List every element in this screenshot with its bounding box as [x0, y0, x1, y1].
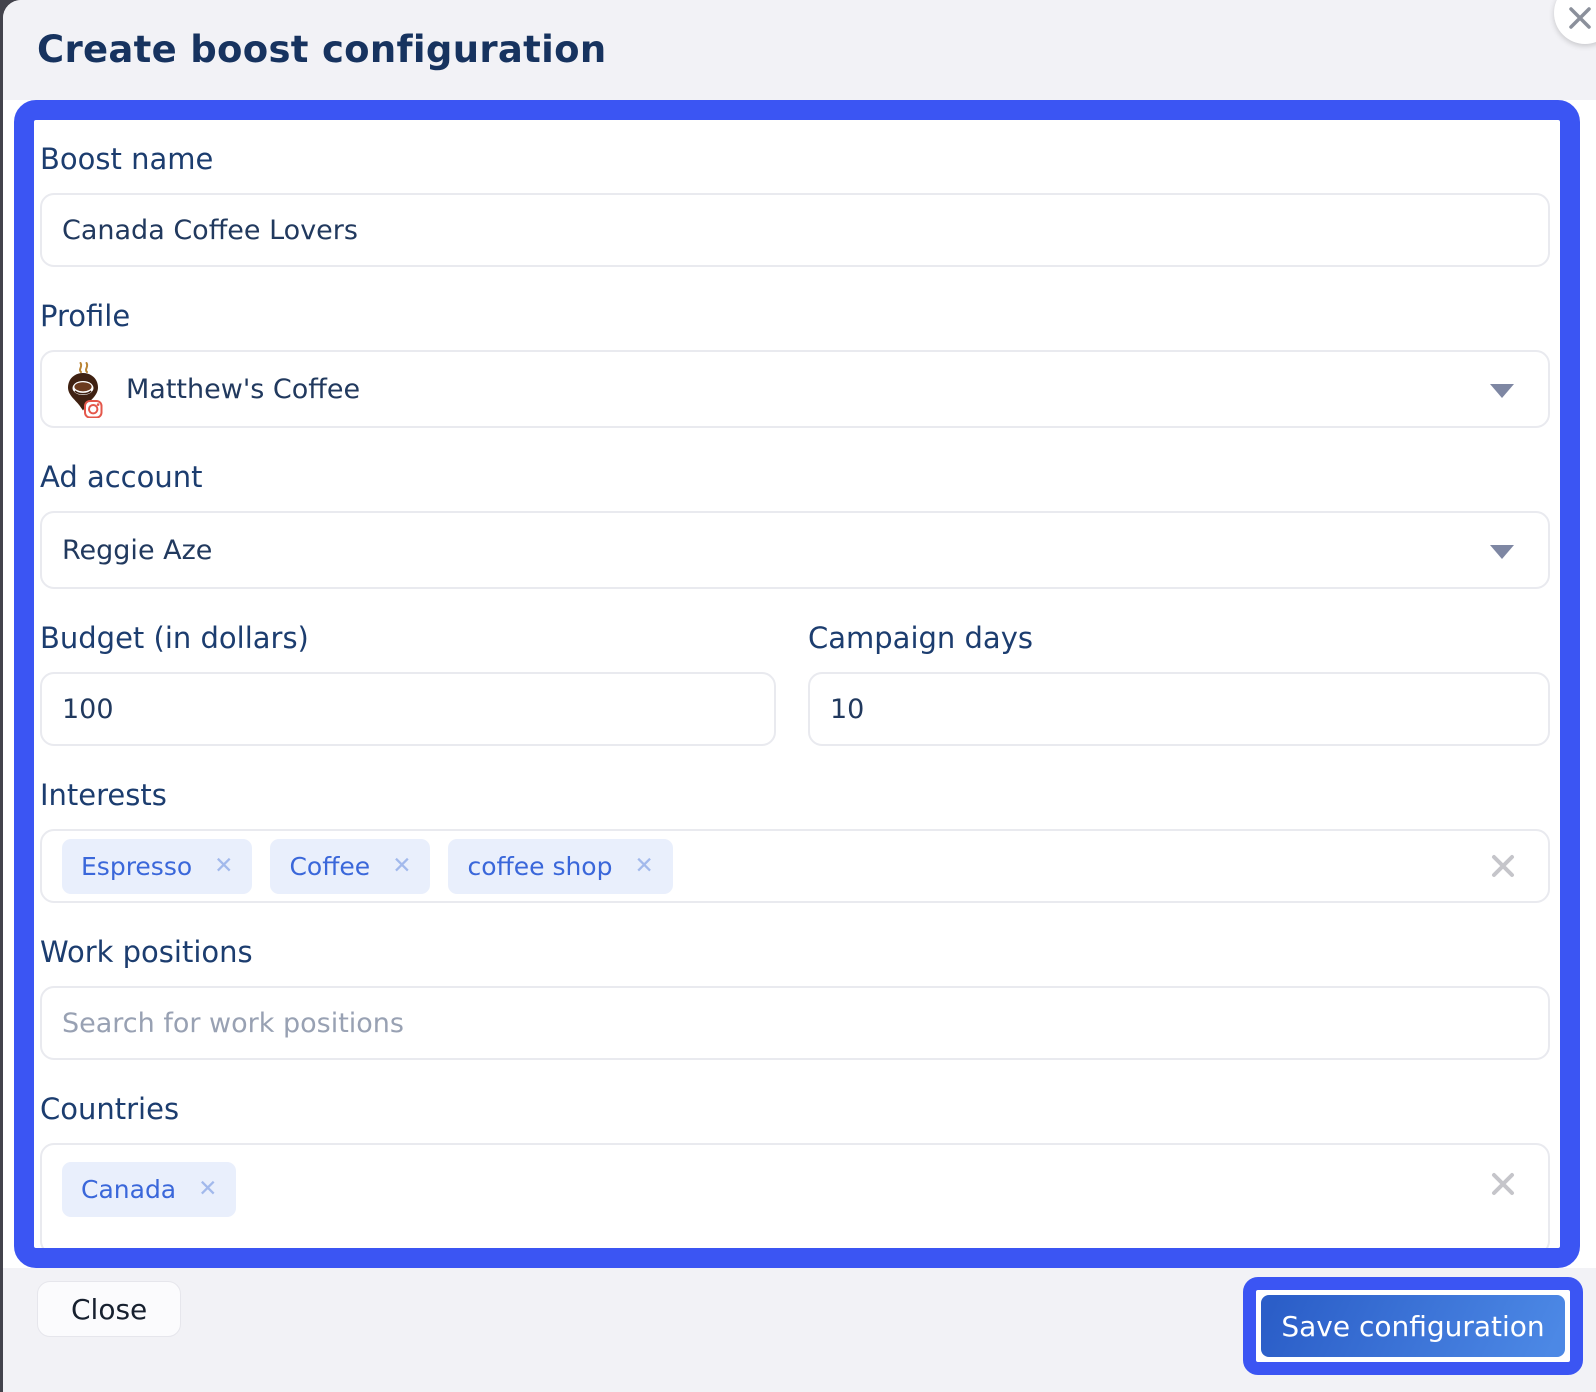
- countries-multiselect[interactable]: Canada ✕: [40, 1143, 1550, 1248]
- dialog-close-button[interactable]: [1554, 0, 1596, 44]
- country-tag-label: Canada: [81, 1175, 177, 1204]
- ad-account-selected-value: Reggie Aze: [62, 534, 213, 566]
- interests-label: Interests: [40, 778, 167, 812]
- modal-body: Boost name Canada Coffee Lovers Profile: [3, 100, 1596, 1268]
- interest-tag[interactable]: Coffee ✕: [270, 838, 431, 894]
- ad-account-label: Ad account: [40, 460, 203, 494]
- modal-header: Create boost configuration: [3, 0, 1596, 100]
- campaign-days-input[interactable]: 10: [808, 672, 1550, 746]
- boost-name-input[interactable]: Canada Coffee Lovers: [40, 193, 1550, 267]
- budget-input[interactable]: 100: [40, 672, 776, 746]
- work-positions-placeholder: Search for work positions: [62, 1007, 404, 1039]
- ad-account-group: Ad account Reggie Aze: [40, 460, 1550, 589]
- chevron-down-icon: [1490, 384, 1514, 398]
- interest-tag[interactable]: Espresso ✕: [62, 838, 253, 894]
- profile-group: Profile Matthew's Coffee: [40, 299, 1550, 428]
- countries-group: Countries Canada ✕: [40, 1092, 1550, 1248]
- campaign-days-group: Campaign days 10: [808, 621, 1550, 746]
- remove-tag-icon[interactable]: ✕: [214, 854, 233, 878]
- profile-selected-value: Matthew's Coffee: [126, 373, 361, 405]
- modal-footer: Close Save configuration: [3, 1268, 1596, 1392]
- profile-label: Profile: [40, 299, 131, 333]
- boost-name-label: Boost name: [40, 142, 214, 176]
- campaign-days-label: Campaign days: [808, 621, 1033, 655]
- close-icon: [1567, 0, 1596, 31]
- interest-tag-label: Espresso: [81, 851, 193, 881]
- work-positions-search-input[interactable]: Search for work positions: [40, 986, 1550, 1060]
- remove-tag-icon[interactable]: ✕: [392, 854, 411, 878]
- budget-label: Budget (in dollars): [40, 621, 309, 655]
- interest-tag-label: Coffee: [289, 851, 371, 881]
- boost-name-group: Boost name Canada Coffee Lovers: [40, 142, 1550, 267]
- profile-select[interactable]: Matthew's Coffee: [40, 350, 1550, 428]
- interest-tag-label: coffee shop: [467, 851, 613, 881]
- work-positions-label: Work positions: [40, 935, 253, 969]
- dialog-title: Create boost configuration: [37, 28, 607, 71]
- countries-label: Countries: [40, 1092, 180, 1126]
- chevron-down-icon: [1490, 545, 1514, 559]
- boost-form: Boost name Canada Coffee Lovers Profile: [34, 120, 1560, 1248]
- budget-days-row: Budget (in dollars) 100 Campaign days 10: [40, 621, 1550, 746]
- country-tag[interactable]: Canada ✕: [62, 1162, 237, 1217]
- work-positions-group: Work positions Search for work positions: [40, 935, 1550, 1060]
- coffee-pin-logo-icon: [62, 360, 104, 419]
- close-button[interactable]: Close: [37, 1281, 182, 1337]
- budget-group: Budget (in dollars) 100: [40, 621, 776, 746]
- interest-tag[interactable]: coffee shop ✕: [448, 838, 673, 894]
- screen-backdrop: Create boost configuration Boost name Ca…: [0, 0, 1596, 1392]
- interests-multiselect[interactable]: Espresso ✕ Coffee ✕ coffee shop ✕: [40, 829, 1550, 903]
- save-configuration-button[interactable]: Save configuration: [1261, 1295, 1565, 1357]
- create-boost-modal: Create boost configuration Boost name Ca…: [3, 0, 1596, 1392]
- form-highlight-frame: Boost name Canada Coffee Lovers Profile: [14, 100, 1580, 1268]
- interests-clear-icon[interactable]: [1488, 851, 1518, 881]
- remove-tag-icon[interactable]: ✕: [198, 1178, 217, 1201]
- campaign-days-value: 10: [830, 693, 865, 725]
- ad-account-select[interactable]: Reggie Aze: [40, 511, 1550, 589]
- budget-value: 100: [62, 693, 114, 725]
- save-highlight-frame: Save configuration: [1243, 1277, 1583, 1375]
- boost-name-value: Canada Coffee Lovers: [62, 214, 358, 246]
- countries-clear-icon[interactable]: [1488, 1169, 1518, 1199]
- interests-group: Interests Espresso ✕ Coffee ✕ coffee sho…: [40, 778, 1550, 903]
- remove-tag-icon[interactable]: ✕: [634, 854, 653, 878]
